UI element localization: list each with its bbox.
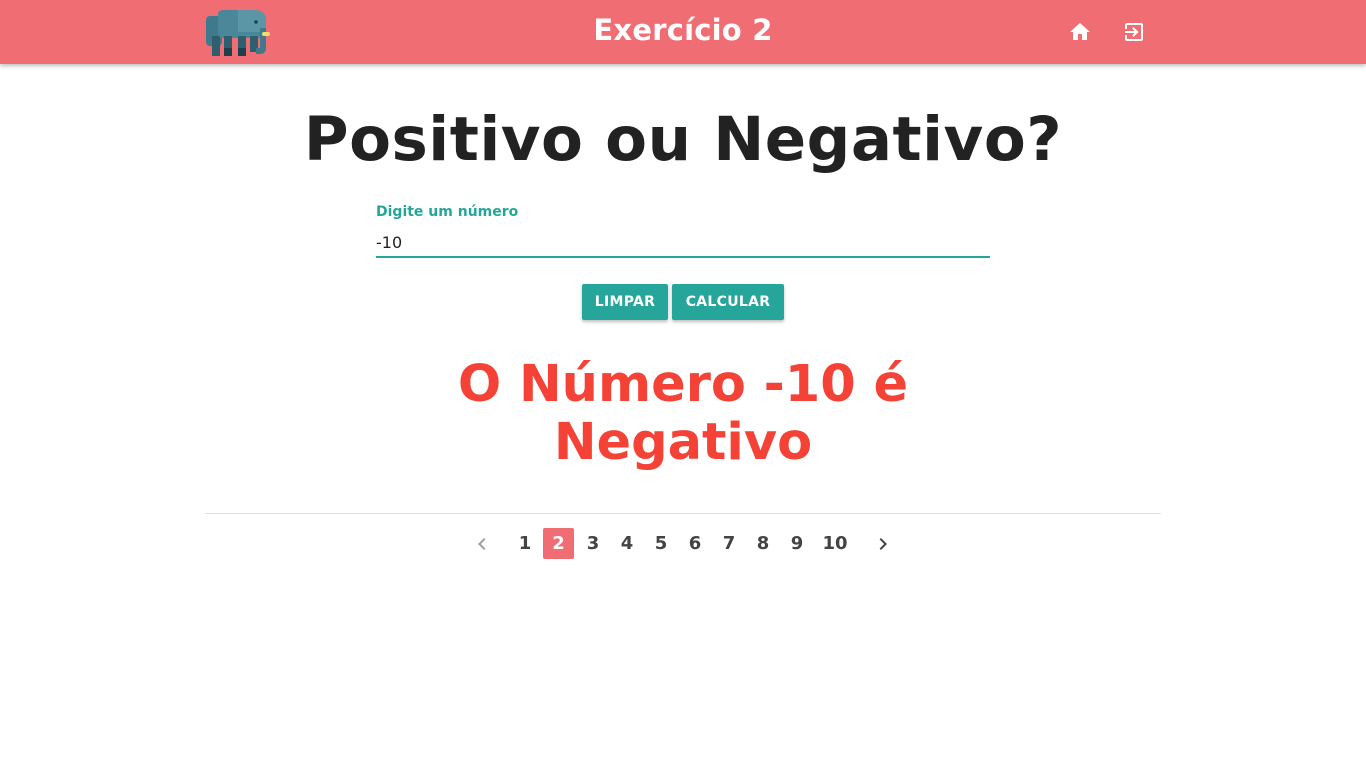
app-title: Exercício 2	[593, 13, 773, 47]
page-9[interactable]: 9	[785, 528, 809, 559]
exit-icon[interactable]	[1122, 20, 1146, 44]
result-line-2: Negativo	[553, 413, 813, 472]
calculate-button[interactable]: CALCULAR	[672, 284, 784, 320]
page-1[interactable]: 1	[513, 528, 537, 559]
number-input[interactable]	[376, 228, 990, 258]
result-text: O Número -10 é Negativo	[433, 356, 933, 472]
chevron-left-icon[interactable]	[470, 532, 494, 556]
page-10[interactable]: 10	[819, 528, 851, 559]
page-7[interactable]: 7	[717, 528, 741, 559]
number-field-label: Digite um número	[376, 204, 519, 220]
divider	[205, 513, 1161, 514]
number-field: Digite um número	[376, 204, 990, 262]
page-6[interactable]: 6	[683, 528, 707, 559]
chevron-right-icon[interactable]	[871, 532, 895, 556]
page-4[interactable]: 4	[615, 528, 639, 559]
clear-button[interactable]: LIMPAR	[582, 284, 668, 320]
result-line-1: O Número -10 é	[457, 355, 909, 414]
page-3[interactable]: 3	[581, 528, 605, 559]
home-icon[interactable]	[1068, 20, 1092, 44]
page-heading: Positivo ou Negativo?	[303, 104, 1063, 175]
page-5[interactable]: 5	[649, 528, 673, 559]
top-app-bar: Exercício 2	[0, 0, 1366, 64]
page-8[interactable]: 8	[751, 528, 775, 559]
pagination: 1 2 3 4 5 6 7 8 9 10	[0, 528, 1366, 560]
page-2-active[interactable]: 2	[543, 528, 574, 559]
